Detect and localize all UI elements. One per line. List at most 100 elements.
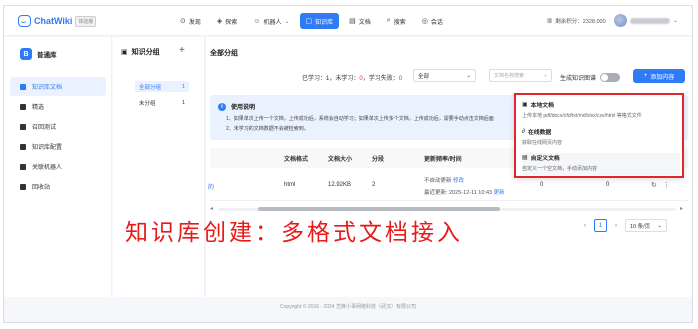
- nav-discover[interactable]: ⊙ 发现: [174, 13, 207, 29]
- custom-document-title: 自定义文档: [530, 156, 560, 162]
- search-icon: ⌕: [544, 72, 547, 79]
- update-link[interactable]: 更新: [494, 190, 505, 196]
- trial-badge: 体验版: [75, 15, 97, 27]
- scroll-right-icon[interactable]: ▸: [680, 205, 683, 212]
- nav-knowledge-base[interactable]: ▢ 知识库: [299, 13, 340, 29]
- test-icon: [20, 123, 26, 130]
- upload-file-icon: ▣: [522, 102, 528, 108]
- update-status: 不自动更新 修改: [424, 176, 464, 184]
- nav-knowledge-base-label: 知识库: [315, 19, 334, 26]
- nav-search[interactable]: ⌕ 搜索: [381, 13, 412, 29]
- nav-robot-label: 机器人: [263, 19, 282, 26]
- next-page-icon[interactable]: ›: [615, 223, 617, 229]
- folder-icon: ▣: [121, 49, 128, 56]
- group-panel: ▣ 知识分组 + 全部分组 1 未分组 1: [113, 37, 205, 297]
- search-icon: ⌕: [386, 17, 391, 24]
- wallet-icon: ▥: [547, 18, 553, 24]
- compass-icon: ⊙: [180, 18, 186, 25]
- group-label: 全部分组: [139, 84, 162, 91]
- logo[interactable]: ChatWiki 体验版: [18, 15, 97, 27]
- notice-line-1: 1、如果单次上传一个文档，上传成功后，系统会自动学习；如果单次上传多个文档，上传…: [226, 116, 494, 122]
- prev-page-icon[interactable]: ‹: [584, 223, 586, 229]
- online-data-title: 在线数据: [527, 130, 552, 136]
- group-item-ungrouped[interactable]: 未分组 1: [135, 97, 189, 108]
- document-segments: 2: [372, 182, 376, 188]
- group-item-all[interactable]: 全部分组 1: [135, 81, 189, 92]
- dropdown-item-title: ▣ 本地文档: [522, 100, 680, 109]
- nav-robot[interactable]: ☺ 机器人 ⌄: [247, 13, 295, 29]
- group-panel-header: ▣ 知识分组: [121, 47, 160, 57]
- chevron-down-icon: ⌄: [466, 72, 471, 79]
- custom-document-desc: 自定义一个空文档，手动添加内容: [522, 166, 598, 172]
- page-number[interactable]: 1: [594, 219, 607, 232]
- column-header: 文档格式: [284, 157, 309, 163]
- page-title: 全部分组: [210, 50, 238, 57]
- nav-discover-label: 发现: [188, 19, 201, 26]
- pagination: ‹ 1 › 10 条/页 ⌄: [584, 219, 667, 232]
- nav-explore[interactable]: ◈ 探索: [211, 13, 243, 29]
- group-count: 1: [181, 83, 185, 90]
- knowledge-base-icon: ▢: [305, 18, 313, 25]
- refresh-icon[interactable]: ↻: [651, 181, 657, 189]
- sidebar-item-recycle-bin[interactable]: 回收站: [10, 177, 106, 196]
- app-window: ChatWiki 体验版 ⊙ 发现 ◈ 探索 ☺ 机器人 ⌄ ▢ 知识库 ▤ 文…: [3, 5, 693, 323]
- notice-title: 使用说明: [231, 105, 256, 111]
- nav-explore-label: 探索: [225, 19, 238, 26]
- nav-chat-label: 会话: [430, 19, 443, 26]
- online-data-desc: 获取在线网页内容: [522, 140, 563, 146]
- user-menu[interactable]: ⌄: [614, 14, 678, 27]
- row-actions: ↻ ⋮: [651, 181, 670, 189]
- points-balance: ▥ 剩余积分：2328.000: [547, 17, 606, 25]
- learning-stats: 已学习：1，未学习：0，学习失败：0: [302, 73, 402, 82]
- stats-mid: ，学习失败：: [362, 76, 399, 82]
- search-input[interactable]: 文档名称搜索 ⌕: [489, 69, 552, 82]
- page-size-select[interactable]: 10 条/页 ⌄: [625, 219, 667, 232]
- toggle-switch[interactable]: [600, 73, 621, 82]
- add-content-dropdown: ▣ 本地文档 上传本地 pdf/docx/ofd/txt/md/xlsx/csv…: [514, 93, 684, 178]
- group-label: 未分组: [139, 100, 156, 107]
- overlay-caption: 知识库创建：多格式文档接入: [125, 220, 463, 246]
- chatwiki-logo-icon: [18, 15, 31, 27]
- sidebar-item-label: 关联机器人: [32, 165, 63, 171]
- dropdown-item-title: ▤ 自定义文档: [522, 153, 680, 162]
- info-icon: i: [218, 102, 226, 111]
- sidebar-item-recall-test[interactable]: 召回测试: [10, 117, 106, 136]
- knowledge-graph-toggle[interactable]: 生成知识图谱: [560, 73, 621, 82]
- chevron-down-icon: ⌄: [673, 18, 679, 24]
- kb-icon: B: [20, 48, 32, 60]
- top-nav: ⊙ 发现 ◈ 探索 ☺ 机器人 ⌄ ▢ 知识库 ▤ 文档 ⌕ 搜索 ◎ 会话: [174, 13, 449, 29]
- sidebar-item-robots[interactable]: 关联机器人: [10, 157, 106, 176]
- sidebar-item-featured[interactable]: 精选: [10, 97, 106, 116]
- scroll-thumb[interactable]: [258, 207, 500, 211]
- sidebar-item-config[interactable]: 知识库配置: [10, 137, 106, 156]
- top-header: ChatWiki 体验版 ⊙ 发现 ◈ 探索 ☺ 机器人 ⌄ ▢ 知识库 ▤ 文…: [4, 6, 692, 36]
- nav-chat[interactable]: ◎ 会话: [416, 13, 449, 29]
- latest-update: 最近更新: 2025-12-11 10:43 更新: [424, 188, 505, 196]
- latest-update-text: 最近更新: 2025-12-11 10:43: [424, 190, 493, 196]
- link-icon: ∂: [522, 128, 525, 135]
- robot-icon: [20, 163, 26, 170]
- page-size-value: 10 条/页: [630, 223, 651, 230]
- chat-icon: ◎: [421, 18, 428, 25]
- group-panel-title: 知识分组: [131, 49, 160, 56]
- document-name-link[interactable]: 的: [208, 182, 214, 191]
- status-filter-select[interactable]: 全部 ⌄: [413, 69, 476, 82]
- filter-value: 全部: [418, 73, 430, 80]
- modify-link[interactable]: 修改: [453, 178, 464, 184]
- explore-icon: ◈: [216, 18, 223, 25]
- sidebar-item-label: 精选: [32, 105, 45, 111]
- more-icon[interactable]: ⋮: [663, 181, 670, 189]
- sidebar-item-label: 知识库文档: [32, 85, 63, 91]
- nav-document[interactable]: ▤ 文档: [343, 13, 377, 29]
- settings-icon: [20, 143, 26, 150]
- add-content-button[interactable]: + 添加内容: [633, 69, 685, 83]
- document-icon: [20, 83, 26, 90]
- user-name-blurred: [630, 17, 670, 24]
- sidebar-item-documents[interactable]: 知识库文档: [10, 77, 106, 96]
- horizontal-scrollbar[interactable]: ◂ ▸: [210, 206, 688, 212]
- dropdown-item-online-data[interactable]: ∂ 在线数据 获取在线网页内容: [522, 127, 680, 147]
- scroll-left-icon[interactable]: ◂: [210, 205, 213, 212]
- dropdown-item-custom-document[interactable]: ▤ 自定义文档 自定义一个空文档，手动添加内容: [522, 153, 680, 175]
- add-group-button[interactable]: +: [179, 45, 185, 56]
- dropdown-item-local-document[interactable]: ▣ 本地文档 上传本地 pdf/docx/ofd/txt/md/xlsx/csv…: [522, 100, 680, 119]
